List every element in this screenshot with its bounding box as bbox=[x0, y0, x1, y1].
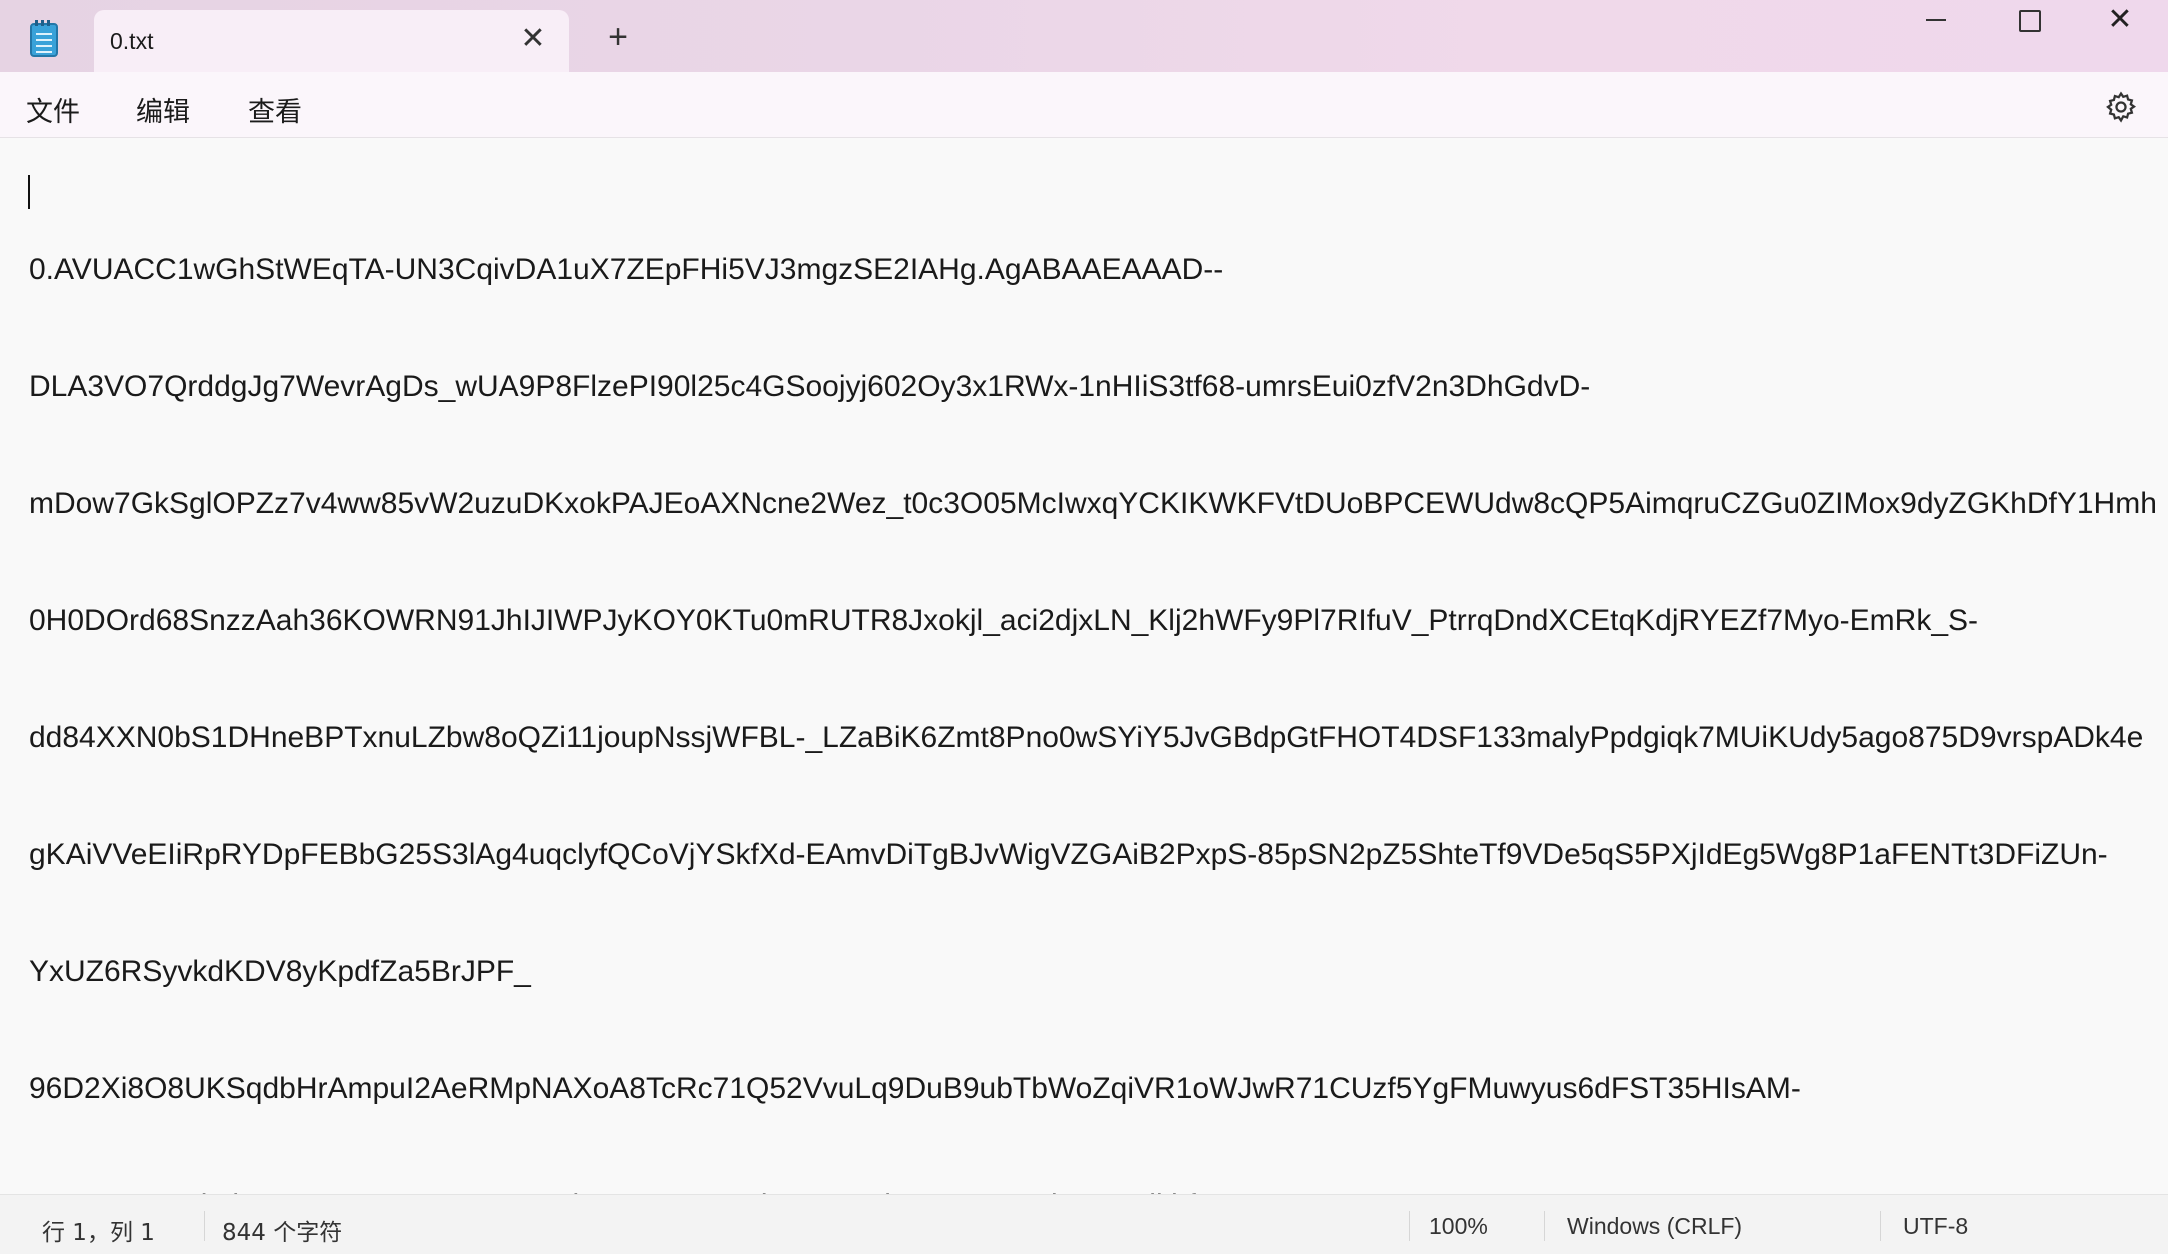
status-separator bbox=[1544, 1211, 1545, 1241]
document-line: YxUZ6RSyvkdKDV8yKpdfZa5BrJPF_ bbox=[29, 955, 531, 988]
minimize-icon[interactable] bbox=[1892, 0, 1980, 44]
document-line: 0.AVUACC1wGhStWEqTA-UN3CqivDA1uX7ZEpFHi5… bbox=[29, 253, 1224, 286]
document-line: mDow7GkSglOPZz7v4ww85vW2uzuDKxokPAJEoAXN… bbox=[29, 487, 2157, 520]
menu-bar: 文件 编辑 查看 bbox=[0, 72, 2168, 138]
gear-icon[interactable] bbox=[2104, 90, 2138, 124]
cursor-position: 行 1，列 1 bbox=[42, 1220, 155, 1246]
notepad-window: 0.txt ✕ + ✕ 文件 编辑 查看 0.AVUACC1wGhStWEqTA… bbox=[0, 0, 2168, 1254]
encoding[interactable]: UTF-8 bbox=[1903, 1213, 1968, 1240]
status-bar: 行 1，列 1 844 个字符 100% Windows (CRLF) UTF-… bbox=[0, 1194, 2168, 1254]
document-line: dd84XXN0bS1DHneBPTxnuLZbw8oQZi11joupNssj… bbox=[29, 721, 2144, 754]
maximize-icon[interactable] bbox=[1984, 0, 2072, 44]
line-ending[interactable]: Windows (CRLF) bbox=[1567, 1213, 1742, 1240]
character-count: 844 个字符 bbox=[222, 1220, 343, 1246]
menu-view[interactable]: 查看 bbox=[248, 90, 302, 129]
title-bar[interactable]: 0.txt ✕ + ✕ bbox=[0, 0, 2168, 72]
tab-title: 0.txt bbox=[110, 28, 154, 54]
document-line: BuAUyDSRsbybTSH6TXUeKtw1nv-agWbPJFazBcXo… bbox=[29, 1186, 2165, 1194]
status-separator bbox=[1409, 1211, 1410, 1241]
close-icon[interactable]: ✕ bbox=[2076, 0, 2164, 44]
text-editor[interactable]: 0.AVUACC1wGhStWEqTA-UN3CqivDA1uX7ZEpFHi5… bbox=[0, 139, 2168, 1194]
tab-close-icon[interactable]: ✕ bbox=[519, 24, 547, 54]
status-separator bbox=[204, 1211, 205, 1241]
document-content[interactable]: 0.AVUACC1wGhStWEqTA-UN3CqivDA1uX7ZEpFHi5… bbox=[29, 172, 2165, 1194]
notepad-icon bbox=[30, 20, 58, 57]
document-line: 0H0DOrd68SnzzAah36KOWRN91JhIJIWPJyKOY0KT… bbox=[29, 604, 1979, 637]
new-tab-button[interactable]: + bbox=[602, 20, 634, 54]
status-separator bbox=[1880, 1211, 1881, 1241]
menu-file[interactable]: 文件 bbox=[26, 90, 80, 129]
zoom-level[interactable]: 100% bbox=[1429, 1213, 1488, 1240]
menu-edit[interactable]: 编辑 bbox=[136, 90, 190, 129]
tab-0-txt[interactable]: 0.txt ✕ bbox=[94, 10, 569, 72]
document-line: gKAiVVeEIiRpRYDpFEBbG25S3lAg4uqclyfQCoVj… bbox=[29, 838, 2108, 871]
document-line: DLA3VO7QrddgJg7WevrAgDs_wUA9P8FlzePI90l2… bbox=[29, 370, 1591, 403]
document-line: 96D2Xi8O8UKSqdbHrAmpuI2AeRMpNAXoA8TcRc71… bbox=[29, 1072, 1801, 1105]
